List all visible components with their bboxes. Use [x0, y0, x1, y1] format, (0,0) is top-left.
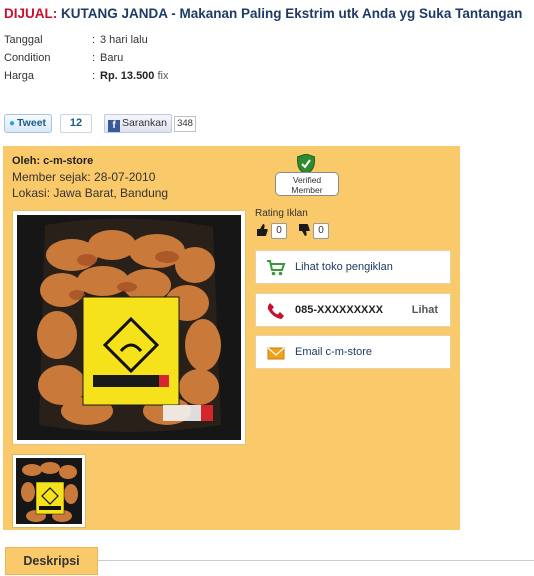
seller-location: Lokasi: Jawa Barat, Bandung — [12, 186, 169, 200]
verified-member-word: Member — [291, 185, 323, 195]
product-photo-art — [17, 215, 241, 440]
member-since: Member sejak: 28-07-2010 — [12, 170, 156, 184]
verified-member-word: Verified — [292, 175, 322, 185]
product-photo — [17, 215, 241, 440]
detail-colon: : — [92, 52, 96, 64]
verified-member-badge: Verified Member — [275, 154, 339, 196]
phone-number: 085-XXXXXXXXX — [295, 304, 384, 316]
rating-label: Rating Iklan — [255, 208, 308, 219]
envelope-icon — [267, 347, 285, 360]
email-seller-button[interactable]: Email c-m-store — [255, 335, 451, 369]
verified-member-label: Verified Member — [275, 172, 339, 196]
detail-colon: : — [92, 34, 96, 46]
thumbs-down-icon[interactable] — [297, 223, 311, 237]
product-thumbnail[interactable] — [12, 454, 86, 528]
facebook-label: Sarankan — [122, 117, 167, 129]
tab-divider — [98, 560, 534, 561]
facebook-count: 348 — [174, 116, 196, 132]
product-main-image[interactable] — [12, 210, 246, 445]
detail-label: Condition — [4, 52, 51, 64]
detail-value: Baru — [100, 52, 124, 64]
reveal-phone-link[interactable]: Lihat — [412, 304, 438, 316]
phone-icon — [267, 303, 284, 319]
detail-value: 3 hari lalu — [100, 34, 148, 46]
facebook-icon: f — [108, 120, 120, 132]
price-value: Rp. 13.500 fix — [100, 70, 168, 82]
thumbnail-photo — [16, 458, 82, 524]
seller-panel: Oleh: c-m-store Member sejak: 28-07-2010… — [3, 146, 460, 530]
shield-check-icon — [297, 154, 315, 174]
twitter-bird-icon: ● — [9, 118, 16, 129]
view-shop-label: Lihat toko pengiklan — [295, 261, 393, 273]
tweet-button[interactable]: ● Tweet — [4, 114, 52, 133]
listing-title: DIJUAL: KUTANG JANDA - Makanan Paling Ek… — [4, 6, 522, 21]
thumbs-up-count: 0 — [271, 223, 287, 239]
tweet-label: Tweet — [17, 117, 47, 129]
price-suffix: fix — [157, 70, 169, 82]
thumbnail-photo-art — [16, 458, 82, 524]
price-amount: Rp. 13.500 — [100, 70, 155, 82]
shopping-cart-icon — [267, 260, 286, 276]
detail-label: Harga — [4, 70, 34, 82]
listing-title-text: KUTANG JANDA - Makanan Paling Ekstrim ut… — [57, 6, 523, 21]
facebook-recommend-button[interactable]: f Sarankan — [104, 114, 172, 133]
sell-prefix: DIJUAL: — [4, 6, 58, 21]
detail-label: Tanggal — [4, 34, 43, 46]
thumbs-down-count: 0 — [313, 223, 329, 239]
email-seller-label: Email c-m-store — [295, 346, 373, 358]
phone-contact-row: 085-XXXXXXXXX Lihat — [255, 293, 451, 327]
detail-colon: : — [92, 70, 96, 82]
tab-description[interactable]: Deskripsi — [5, 547, 98, 575]
tweet-count: 12 — [60, 114, 92, 133]
seller-name: Oleh: c-m-store — [12, 155, 94, 167]
thumbs-up-icon[interactable] — [255, 223, 269, 237]
view-shop-button[interactable]: Lihat toko pengiklan — [255, 250, 451, 284]
